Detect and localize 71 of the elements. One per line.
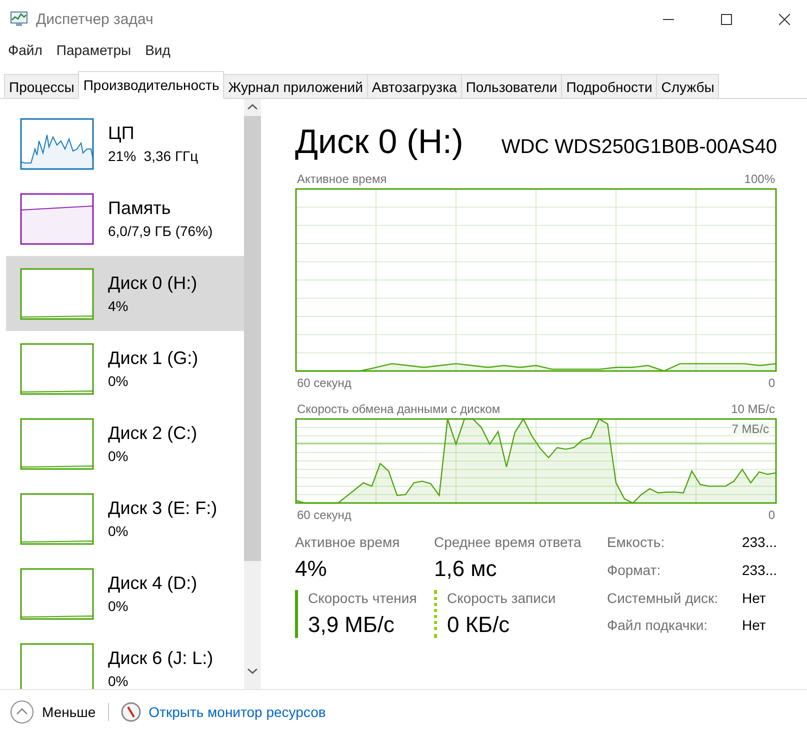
property-label: Файл подкачки: xyxy=(606,617,709,636)
resource-usage: 0% xyxy=(108,448,130,464)
stat-label: Активное время xyxy=(294,534,401,550)
resource-usage: 6,0/7,9 ГБ (76%) xyxy=(108,223,213,239)
resource-item[interactable]: Память 6,0/7,9 ГБ (76%) xyxy=(6,181,244,256)
resource-item[interactable]: Диск 0 (H:) 4% xyxy=(6,256,244,331)
scale-label: 7 МБ/с xyxy=(732,422,769,436)
disk-title: Диск 0 (H:) xyxy=(294,123,464,162)
axis-max-label: 10 МБ/с xyxy=(731,402,775,416)
chart-title: Активное время xyxy=(296,172,387,186)
stat-label: Скорость записи xyxy=(446,590,557,606)
minimize-icon xyxy=(662,18,674,20)
window-title: Диспетчер задач xyxy=(36,10,154,28)
stat-value: 0 КБ/с xyxy=(446,612,511,638)
chart-title: Скорость обмена данными с диском xyxy=(296,402,500,416)
tab[interactable]: Производительность xyxy=(78,71,224,99)
tab[interactable]: Подробности xyxy=(561,74,658,98)
property-value: Нет xyxy=(742,617,767,636)
property-value: Нет xyxy=(742,590,767,608)
menu-item[interactable]: Вид xyxy=(145,42,170,60)
resource-usage: 0% xyxy=(108,598,130,614)
resource-usage: 0% xyxy=(108,373,130,389)
resource-usage: 0% xyxy=(108,523,130,539)
chevron-up-circle-icon xyxy=(10,700,34,724)
tab[interactable]: Автозагрузка xyxy=(366,74,462,98)
resource-item[interactable]: Диск 3 (E: F:) 0% xyxy=(6,481,244,556)
resource-name: Диск 6 (J: L:) xyxy=(108,648,214,669)
resource-usage: 21% 3,36 ГГц xyxy=(108,148,198,164)
monitor-chart-icon xyxy=(10,11,28,27)
property-label: Системный диск: xyxy=(606,590,720,608)
resource-name: ЦП xyxy=(108,123,136,144)
resource-item[interactable]: Диск 2 (C:) 0% xyxy=(6,406,244,481)
tab[interactable]: Службы xyxy=(656,74,720,98)
stat-label: Скорость чтения xyxy=(308,590,418,606)
stat-value: 4% xyxy=(294,556,328,582)
resource-usage: 4% xyxy=(108,298,130,314)
property-label: Формат: xyxy=(606,562,662,580)
resource-name: Диск 2 (C:) xyxy=(108,423,198,444)
scrollbar[interactable] xyxy=(244,99,261,689)
resource-monitor-link[interactable]: Открыть монитор ресурсов xyxy=(120,702,326,722)
resource-item[interactable]: Диск 4 (D:) 0% xyxy=(6,556,244,631)
disk-model: WDC WDS250G1B0B-00AS40 xyxy=(501,136,777,159)
resource-name: Диск 0 (H:) xyxy=(108,273,198,294)
property-value: 233... xyxy=(742,562,777,580)
axis-time-label: 60 секунд xyxy=(296,508,352,522)
menu-item[interactable]: Параметры xyxy=(56,42,132,60)
tab[interactable]: Журнал приложений xyxy=(223,74,368,98)
fewer-details-button[interactable]: Меньше xyxy=(10,700,96,724)
property-label: Емкость: xyxy=(606,534,666,552)
resource-item[interactable]: Диск 6 (J: L:) 0% xyxy=(6,631,244,689)
resource-name: Диск 1 (G:) xyxy=(108,348,198,369)
resource-item[interactable]: ЦП 21% 3,36 ГГц xyxy=(6,106,244,181)
close-icon xyxy=(778,14,790,24)
gauge-icon xyxy=(120,702,141,722)
tab[interactable]: Пользователи xyxy=(460,74,562,98)
maximize-icon xyxy=(720,14,732,24)
tab[interactable]: Процессы xyxy=(4,74,80,98)
menu-item[interactable]: Файл xyxy=(8,42,42,60)
axis-min-label: 0 xyxy=(768,508,775,522)
resource-item[interactable]: Диск 1 (G:) 0% xyxy=(6,331,244,406)
resource-name: Диск 4 (D:) xyxy=(108,573,198,594)
stat-value: 1,6 мс xyxy=(434,556,498,582)
stat-label: Среднее время ответа xyxy=(434,534,582,550)
stat-value: 3,9 МБ/с xyxy=(308,612,396,638)
axis-time-label: 60 секунд xyxy=(296,376,352,390)
resource-name: Память xyxy=(108,198,172,219)
property-value: 233... xyxy=(742,534,777,552)
axis-max-label: 100% xyxy=(744,172,775,186)
resource-name: Диск 3 (E: F:) xyxy=(108,498,218,519)
resource-usage: 0% xyxy=(108,673,130,689)
axis-min-label: 0 xyxy=(768,376,775,390)
